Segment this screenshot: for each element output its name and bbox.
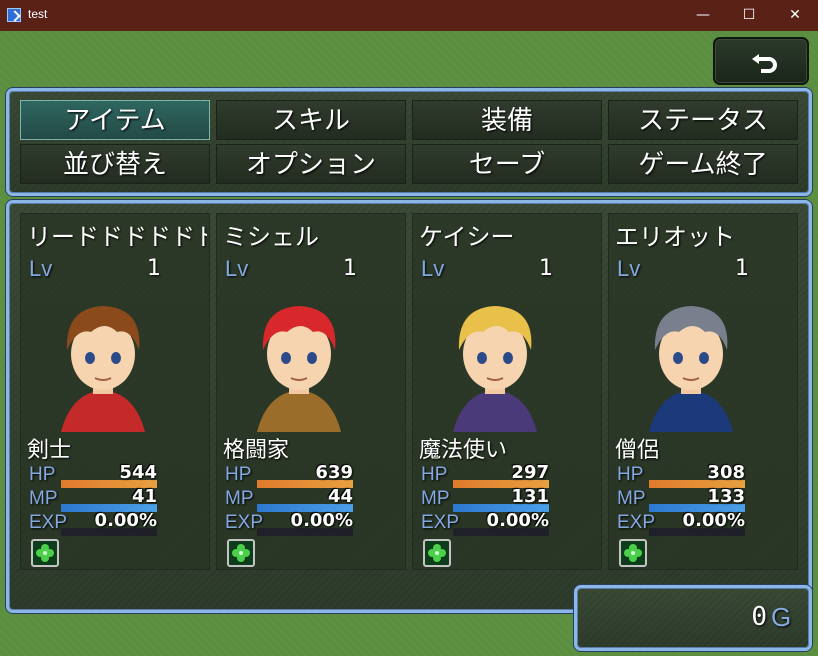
level-value: 1 — [147, 256, 161, 281]
level-label: Lv — [29, 256, 53, 281]
hp-label: HP — [617, 464, 644, 485]
hp-value: 639 — [315, 462, 353, 483]
actor-portrait — [227, 288, 371, 432]
level-value: 1 — [735, 256, 749, 281]
level-label: Lv — [421, 256, 445, 281]
actor-portrait — [619, 288, 763, 432]
back-button[interactable] — [713, 37, 809, 85]
exp-value: 0.00% — [94, 510, 157, 531]
exp-value: 0.00% — [682, 510, 745, 531]
currency-unit: G — [771, 602, 792, 632]
mp-value: 131 — [511, 486, 549, 507]
clover-state-icon — [227, 539, 255, 567]
hp-label: HP — [29, 464, 56, 485]
mp-value: 133 — [707, 486, 745, 507]
mp-label: MP — [421, 488, 450, 509]
mp-label: MP — [225, 488, 254, 509]
mp-label: MP — [29, 488, 58, 509]
actor-class: 剣士 — [27, 438, 72, 463]
mp-value: 44 — [327, 486, 353, 507]
exp-value: 0.00% — [486, 510, 549, 531]
actor-portrait — [31, 288, 175, 432]
actor-class: 僧侶 — [615, 438, 660, 463]
close-button[interactable]: ✕ — [772, 0, 818, 31]
command-item[interactable]: アイテム — [20, 100, 210, 140]
app-icon — [7, 8, 21, 22]
undo-arrow-icon — [752, 54, 777, 73]
window-titlebar: test — ☐ ✕ — [0, 0, 818, 31]
mp-value: 41 — [131, 486, 157, 507]
level-value: 1 — [343, 256, 357, 281]
exp-value: 0.00% — [290, 510, 353, 531]
actor-class: 格闘家 — [223, 438, 290, 463]
level-label: Lv — [617, 256, 641, 281]
actor-class: 魔法使い — [419, 438, 508, 463]
party-member-card[interactable]: リードドドドドドドドド Lv 1 剣士 HP — [20, 213, 210, 570]
command-game-end[interactable]: ゲーム終了 — [608, 144, 798, 184]
level-value: 1 — [539, 256, 553, 281]
party-member-card[interactable]: エリオット Lv 1 僧侶 HP 308 MP 133 EXP 0.00% — [608, 213, 798, 570]
maximize-button[interactable]: ☐ — [726, 0, 772, 31]
hp-value: 308 — [707, 462, 745, 483]
actor-name: リードドドドドドドドド — [27, 223, 207, 251]
game-canvas: アイテム スキル 装備 ステータス 並び替え オプション セーブ ゲーム終了 リ… — [0, 31, 818, 656]
command-formation[interactable]: 並び替え — [20, 144, 210, 184]
hp-label: HP — [421, 464, 448, 485]
actor-name: エリオット — [615, 223, 735, 251]
level-label: Lv — [225, 256, 249, 281]
hp-label: HP — [225, 464, 252, 485]
party-member-card[interactable]: ミシェル Lv 1 格闘家 HP 639 MP 44 EXP 0.00% — [216, 213, 406, 570]
command-skill[interactable]: スキル — [216, 100, 406, 140]
hp-value: 297 — [511, 462, 549, 483]
party-status-window: リードドドドドドドドド Lv 1 剣士 HP — [6, 200, 812, 613]
actor-name: ミシェル — [223, 223, 319, 251]
command-save[interactable]: セーブ — [412, 144, 602, 184]
party-member-card[interactable]: ケイシー Lv 1 魔法使い HP 297 MP 131 EXP 0.00% — [412, 213, 602, 570]
actor-portrait — [423, 288, 567, 432]
gold-amount: 0 — [751, 602, 767, 632]
actor-name: ケイシー — [419, 223, 515, 251]
hp-value: 544 — [119, 462, 157, 483]
command-equip[interactable]: 装備 — [412, 100, 602, 140]
clover-state-icon — [619, 539, 647, 567]
command-options[interactable]: オプション — [216, 144, 406, 184]
window-title: test — [28, 7, 48, 21]
command-window: アイテム スキル 装備 ステータス 並び替え オプション セーブ ゲーム終了 — [6, 88, 812, 196]
clover-state-icon — [31, 539, 59, 567]
command-status[interactable]: ステータス — [608, 100, 798, 140]
mp-label: MP — [617, 488, 646, 509]
clover-state-icon — [423, 539, 451, 567]
gold-window: 0 G — [574, 585, 812, 651]
minimize-button[interactable]: — — [680, 0, 726, 31]
